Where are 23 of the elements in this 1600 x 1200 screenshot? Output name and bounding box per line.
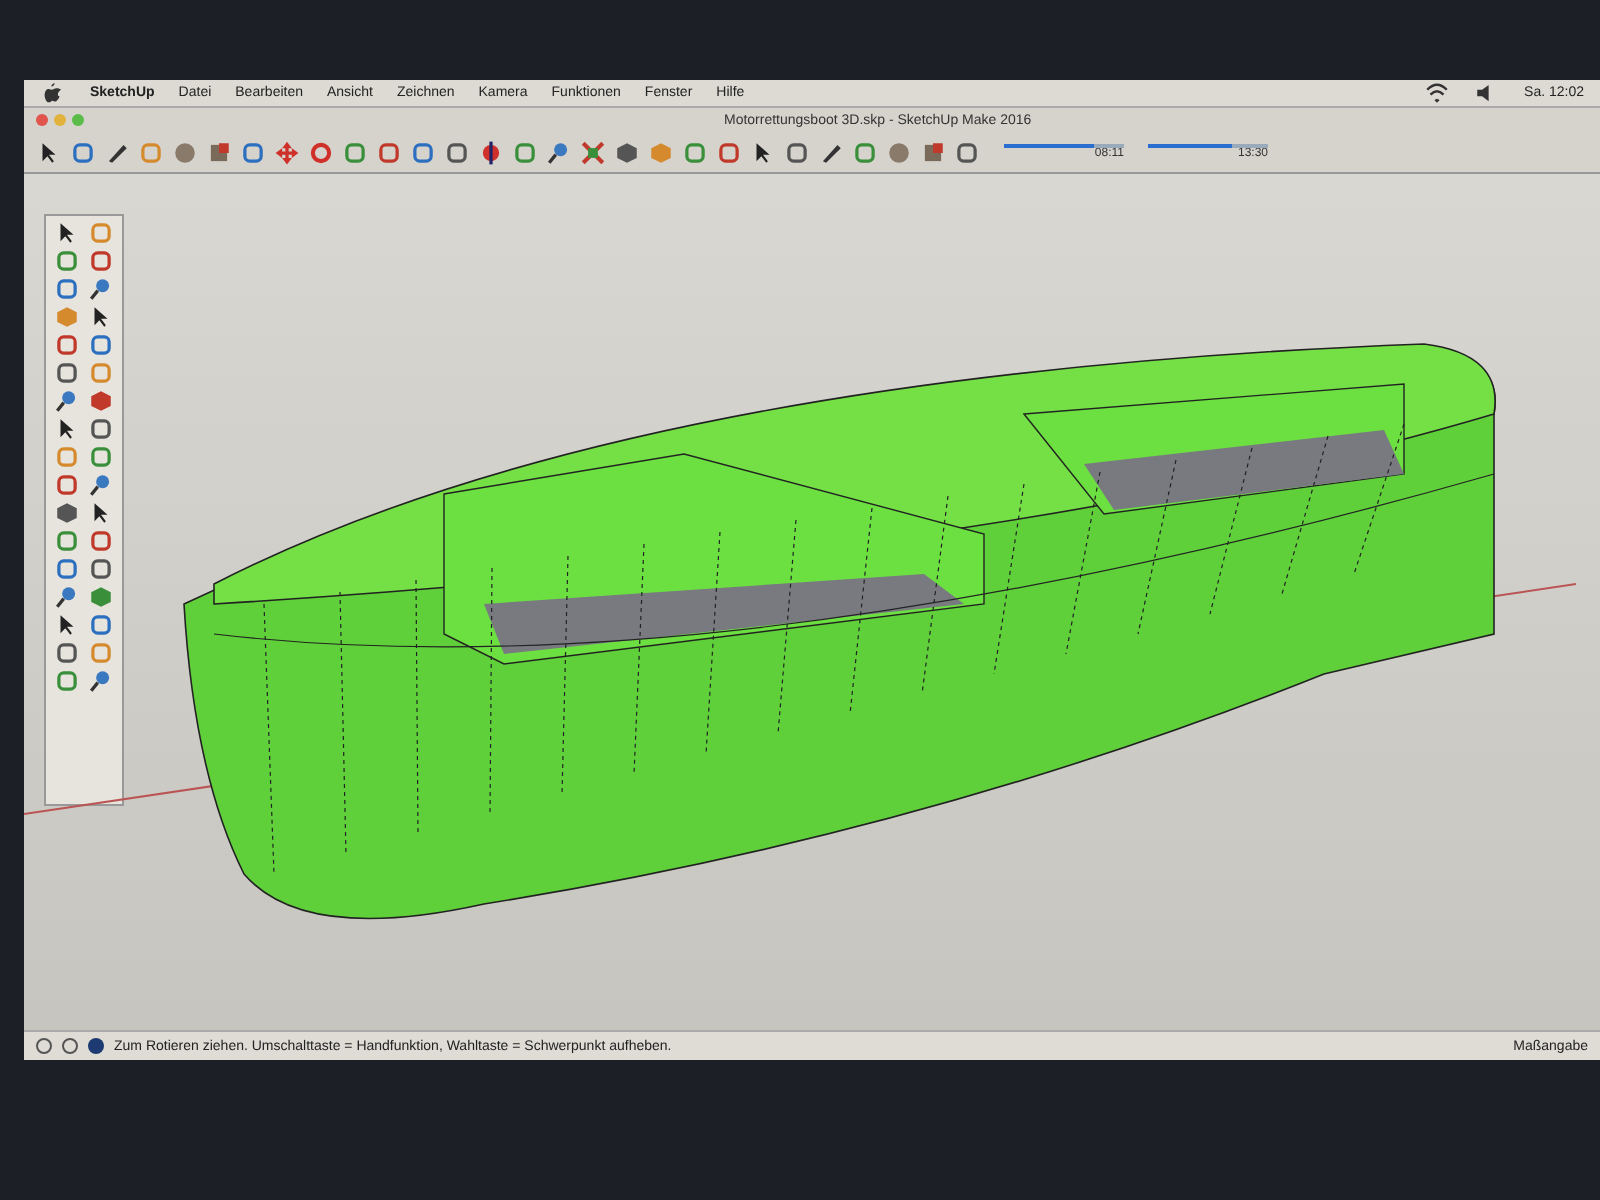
cube-icon[interactable]	[614, 139, 640, 165]
pencil-icon[interactable]	[104, 139, 130, 165]
apple-logo-icon[interactable]	[40, 80, 66, 106]
zoom-icon[interactable]	[88, 472, 115, 498]
cube-icon[interactable]	[53, 500, 80, 526]
zoom-icon[interactable]	[88, 668, 115, 694]
pencil-icon[interactable]	[818, 139, 844, 165]
zoom-icon[interactable]	[53, 584, 80, 610]
zoom-icon[interactable]	[53, 388, 80, 414]
zoom-icon[interactable]	[88, 276, 115, 302]
move-icon[interactable]	[274, 139, 300, 165]
circle-icon[interactable]	[172, 139, 198, 165]
wifi-icon[interactable]	[1424, 80, 1451, 106]
status-indicator-icon	[88, 1038, 104, 1054]
close-button[interactable]	[36, 114, 48, 126]
extents-icon[interactable]	[580, 139, 606, 165]
orbit-icon[interactable]	[478, 139, 504, 165]
box-icon[interactable]	[206, 139, 232, 165]
zoom-icon[interactable]	[546, 139, 572, 165]
circle-icon[interactable]	[886, 139, 912, 165]
cube-icon[interactable]	[88, 388, 115, 414]
rotate-icon[interactable]	[308, 139, 334, 165]
box-icon[interactable]	[920, 139, 946, 165]
